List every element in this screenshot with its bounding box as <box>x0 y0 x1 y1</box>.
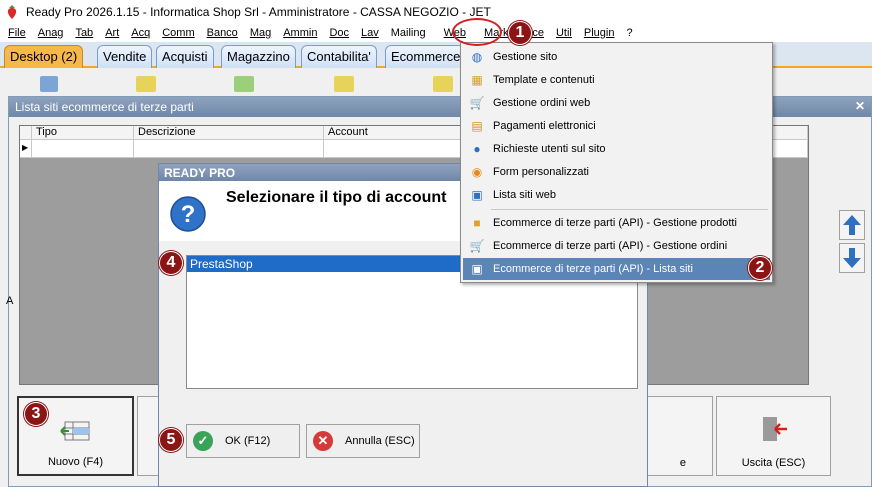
menu-item-api-prodotti[interactable]: ■ Ecommerce di terze parti (API) - Gesti… <box>463 212 770 234</box>
step-marker-2: 2 <box>748 256 772 280</box>
tab-vendite[interactable]: Vendite <box>97 45 153 68</box>
user-request-icon: ● <box>473 142 481 156</box>
side-label: A <box>6 295 14 307</box>
site-list-icon: ▣ <box>471 262 483 276</box>
template-icon: ▦ <box>471 73 483 87</box>
cancel-label: Annulla (ESC) <box>345 435 415 447</box>
cancel-icon: ✕ <box>313 431 333 451</box>
dialog-message: Selezionare il tipo di account <box>226 189 447 206</box>
check-icon: ✓ <box>193 431 213 451</box>
step-marker-1: 1 <box>508 21 532 45</box>
menu-art[interactable]: Art <box>99 27 125 39</box>
menu-help[interactable]: ? <box>620 27 638 39</box>
window-title: Ready Pro 2026.1.15 - Informatica Shop S… <box>26 5 491 19</box>
menu-separator <box>491 209 768 210</box>
menu-comm[interactable]: Comm <box>156 27 200 39</box>
cart-icon: 🛒 <box>469 239 485 253</box>
tab-ecommerce[interactable]: Ecommerce <box>385 45 465 68</box>
menu-item-pagamenti[interactable]: ▤ Pagamenti elettronici <box>463 115 770 137</box>
menu-item-ordini-web[interactable]: 🛒 Gestione ordini web <box>463 92 770 114</box>
menu-item-form[interactable]: ◉ Form personalizzati <box>463 161 770 183</box>
ok-button[interactable]: ✓ OK (F12) <box>186 424 300 458</box>
ok-label: OK (F12) <box>225 435 271 447</box>
tab-contabilita[interactable]: Contabilita' <box>301 45 377 68</box>
menu-mag[interactable]: Mag <box>244 27 277 39</box>
tab-magazzino[interactable]: Magazzino <box>221 45 296 68</box>
menu-item-lista-siti-web[interactable]: ▣ Lista siti web <box>463 184 770 206</box>
uscita-button[interactable]: Uscita (ESC) <box>716 396 831 476</box>
menu-acq[interactable]: Acq <box>125 27 156 39</box>
menu-lav[interactable]: Lav <box>355 27 385 39</box>
close-icon[interactable]: ✕ <box>855 99 865 113</box>
move-down-button[interactable] <box>839 243 865 273</box>
menu-item-template[interactable]: ▦ Template e contenuti <box>463 69 770 91</box>
partial-button[interactable] <box>137 396 159 476</box>
svg-text:?: ? <box>181 201 196 228</box>
nuovo-label: Nuovo (F4) <box>47 456 104 468</box>
move-up-button[interactable] <box>839 210 865 240</box>
menu-util[interactable]: Util <box>550 27 578 39</box>
menu-tab[interactable]: Tab <box>69 27 99 39</box>
menu-file[interactable]: File <box>2 27 32 39</box>
document-icon[interactable] <box>136 76 156 92</box>
menu-item-api-ordini[interactable]: 🛒 Ecommerce di terze parti (API) - Gesti… <box>463 235 770 257</box>
menu-plugin[interactable]: Plugin <box>578 27 621 39</box>
user-icon[interactable] <box>40 76 58 92</box>
menu-item-gestione-sito[interactable]: ◍ Gestione sito <box>463 46 770 68</box>
menu-banco[interactable]: Banco <box>201 27 244 39</box>
strawberry-app-icon <box>7 5 17 19</box>
menu-bar: File Anag Tab Art Acq Comm Banco Mag Amm… <box>0 24 872 42</box>
site-list-icon: ▣ <box>471 188 483 202</box>
lista-siti-title: Lista siti ecommerce di terze parti <box>15 100 194 114</box>
menu-item-richieste[interactable]: ● Richieste utenti sul sito <box>463 138 770 160</box>
question-icon: ? <box>170 196 206 232</box>
document-icon[interactable] <box>334 76 354 92</box>
products-icon: ■ <box>473 216 481 230</box>
step-marker-3: 3 <box>24 402 48 426</box>
menu-ammin[interactable]: Ammin <box>277 27 323 39</box>
arrow-down-icon <box>843 248 861 268</box>
cart-icon: 🛒 <box>469 96 485 110</box>
tab-desktop[interactable]: Desktop (2) <box>4 45 84 68</box>
document-icon[interactable] <box>433 76 453 92</box>
column-tipo[interactable]: Tipo <box>32 126 134 139</box>
uscita-label: Uscita (ESC) <box>741 457 806 469</box>
tab-acquisti[interactable]: Acquisti <box>156 45 214 68</box>
menu-item-api-lista-siti[interactable]: ▣ Ecommerce di terze parti (API) - Lista… <box>463 258 770 280</box>
globe-icon: ◍ <box>471 50 483 64</box>
menu-anag[interactable]: Anag <box>32 27 70 39</box>
form-icon: ◉ <box>471 165 483 179</box>
payment-icon: ▤ <box>471 119 483 133</box>
menu-doc[interactable]: Doc <box>323 27 355 39</box>
title-bar: Ready Pro 2026.1.15 - Informatica Shop S… <box>0 0 872 24</box>
column-descrizione[interactable]: Descrizione <box>134 126 324 139</box>
row-pointer-icon: ▶ <box>20 140 32 157</box>
cancel-button[interactable]: ✕ Annulla (ESC) <box>306 424 420 458</box>
step-marker-5: 5 <box>159 428 183 452</box>
exit-door-icon <box>762 417 787 441</box>
step-marker-4: 4 <box>159 251 183 275</box>
arrow-up-icon <box>843 215 861 235</box>
add-record-icon <box>59 421 89 441</box>
document-icon[interactable] <box>234 76 254 92</box>
menu-mailing[interactable]: Mailing <box>385 27 432 39</box>
web-menu-dropdown: ◍ Gestione sito ▦ Template e contenuti 🛒… <box>460 42 773 283</box>
web-menu-highlight-circle <box>452 18 502 46</box>
